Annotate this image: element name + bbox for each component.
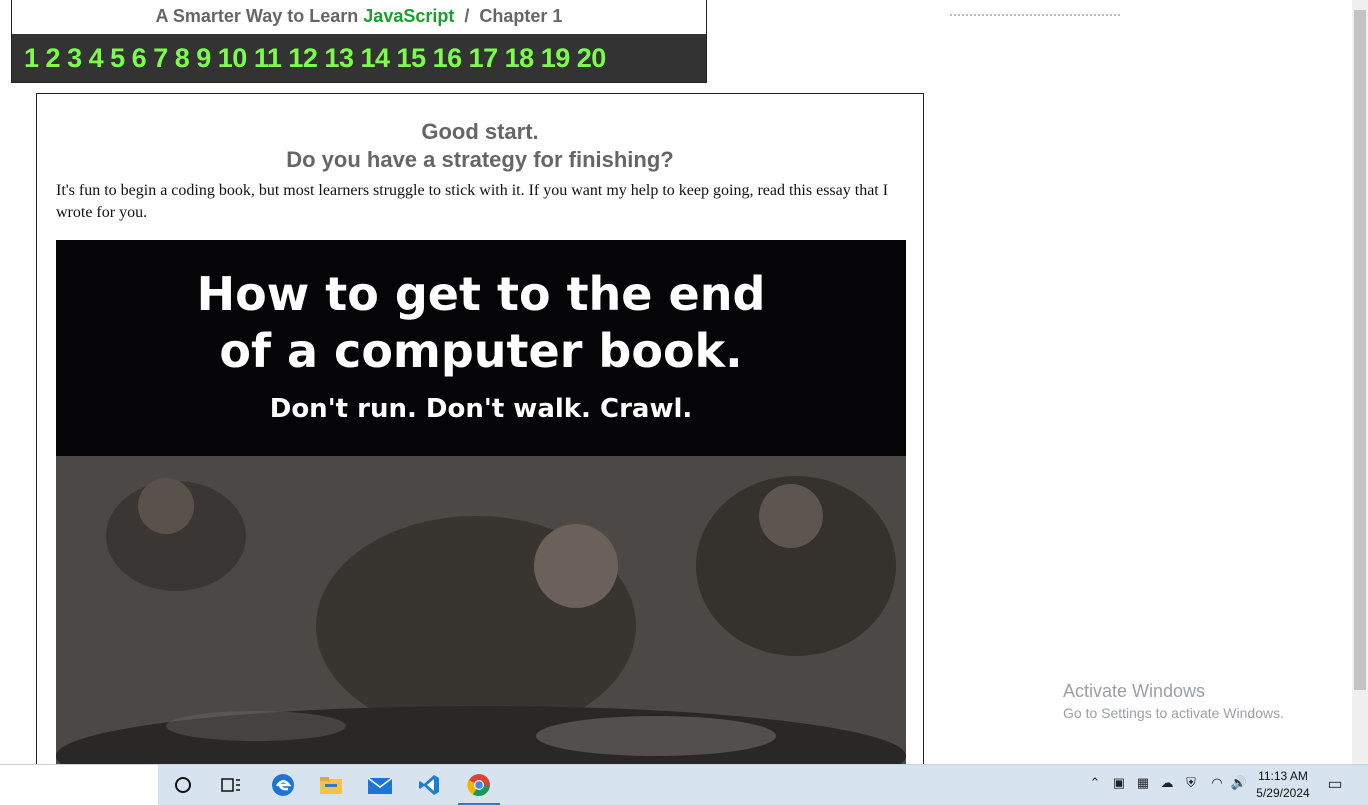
book-title-chapter: Chapter 1 [479,6,563,26]
book-title-prefix: A Smarter Way to Learn [155,6,359,26]
mud-crawl-photo [56,456,906,772]
chapter-link-8[interactable]: 8 [175,43,190,74]
chapter-link-19[interactable]: 19 [541,43,571,74]
chapter-link-12[interactable]: 12 [288,43,318,74]
title-separator: / [464,6,470,26]
chapter-link-9[interactable]: 9 [196,43,211,74]
notifications-icon[interactable]: ▭ [1326,774,1344,793]
chapter-link-7[interactable]: 7 [153,43,168,74]
chapter-link-14[interactable]: 14 [360,43,390,74]
banner-subtitle: Don't run. Don't walk. Crawl. [269,394,693,424]
chapter-link-18[interactable]: 18 [505,43,535,74]
dotted-divider [950,14,1120,16]
security-tray-icon[interactable]: ▣ [1110,775,1128,793]
chapter-link-3[interactable]: 3 [67,43,82,74]
essay-banner[interactable]: How to get to the end of a computer book… [56,240,906,772]
chapter-link-1[interactable]: 1 [24,43,39,74]
chapter-link-10[interactable]: 10 [218,43,248,74]
popup-heading-2: Do you have a strategy for finishing? [286,147,674,172]
chapter-link-20[interactable]: 20 [577,43,607,74]
cloud-off-icon[interactable]: ☁ [1158,775,1176,793]
chevron-up-icon[interactable]: ⌃ [1086,775,1104,793]
book-title: A Smarter Way to Learn JavaScript / Chap… [12,0,706,33]
book-title-language[interactable]: JavaScript [363,6,454,26]
taskbar-search-area[interactable] [0,765,158,805]
chapter-link-13[interactable]: 13 [324,43,354,74]
file-explorer-icon[interactable] [316,771,346,799]
scrollbar-thumb[interactable] [1354,10,1366,690]
chapter-nav: 1 2 3 4 5 6 7 8 9 10 11 12 13 14 15 16 17 18 19 20 [12,34,706,82]
banner-title-line1: How to get to the end [196,267,766,321]
banner-title: How to get to the end of a computer book… [56,266,906,380]
chapter-link-17[interactable]: 17 [469,43,499,74]
vscode-icon[interactable] [414,771,444,799]
popup-heading-1: Good start. [421,119,539,144]
book-header: A Smarter Way to Learn JavaScript / Chap… [11,0,707,83]
wifi-icon[interactable]: ◠ [1208,775,1226,793]
shield-icon[interactable]: ⛨ [1182,775,1200,793]
activate-windows-title: Activate Windows [1063,681,1206,701]
popup-intro-text: It's fun to begin a coding book, but mos… [56,182,889,221]
chrome-icon[interactable] [458,771,500,805]
clock-date: 5/29/2024 [1256,786,1310,800]
edge-icon[interactable] [268,771,298,799]
banner-title-line2: of a computer book. [219,324,743,378]
mud-crawl-illustration [56,456,906,772]
windows-taskbar: ⌃ ▣ ▦ ☁ ⛨ ◠ 🔊 11:13 AM 5/29/2024 ▭ [0,764,1368,805]
app-tray-icon[interactable]: ▦ [1134,775,1152,793]
chapter-link-6[interactable]: 6 [132,43,147,74]
clock-time: 11:13 AM [1258,769,1308,783]
chapter-link-15[interactable]: 15 [397,43,427,74]
finish-strategy-popup: Good start. Do you have a strategy for f… [36,93,924,773]
activate-windows-subtitle: Go to Settings to activate Windows. [1063,705,1284,721]
chapter-link-5[interactable]: 5 [110,43,125,74]
task-view-icon[interactable] [216,771,246,799]
chapter-link-11[interactable]: 11 [254,43,282,74]
chapter-link-2[interactable]: 2 [46,43,61,74]
volume-icon[interactable]: 🔊 [1230,775,1248,793]
chapter-link-16[interactable]: 16 [433,43,463,74]
chapter-link-4[interactable]: 4 [89,43,104,74]
search-icon[interactable] [168,771,198,799]
taskbar-clock[interactable]: 11:13 AM 5/29/2024 [1254,768,1312,802]
mail-icon[interactable] [365,771,395,799]
